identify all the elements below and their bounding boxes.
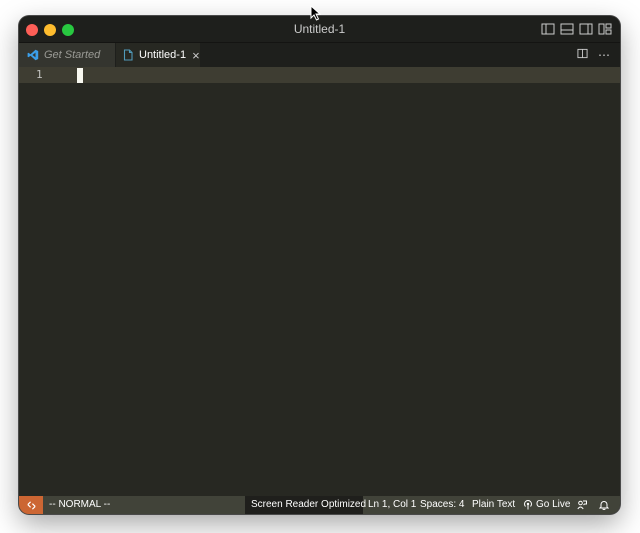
bell-icon[interactable]	[599, 496, 609, 514]
tab-untitled-1[interactable]: Untitled-1 ×	[116, 43, 200, 67]
go-live-label: Go Live	[536, 499, 571, 510]
close-tab-icon[interactable]: ×	[192, 49, 200, 62]
layout-controls	[541, 22, 612, 36]
editor-tab-bar: Get Started Untitled-1 × ⋯	[19, 43, 620, 67]
tab-get-started[interactable]: Get Started	[19, 43, 115, 67]
line-number: 1	[36, 68, 43, 81]
toggle-panel-icon[interactable]	[560, 22, 574, 36]
window-title: Untitled-1	[293, 22, 346, 36]
split-editor-icon[interactable]	[577, 48, 588, 62]
screen-reader-mode[interactable]: Screen Reader Optimized	[245, 496, 366, 514]
mouse-pointer-icon	[310, 5, 322, 21]
tab-label: Get Started	[44, 49, 101, 61]
status-bar: -- NORMAL -- Screen Reader Optimized Ln …	[19, 496, 620, 514]
language-mode[interactable]: Plain Text	[472, 496, 515, 514]
toggle-secondary-sidebar-icon[interactable]	[579, 22, 593, 36]
editor-actions: ⋯	[577, 48, 610, 62]
go-live-button[interactable]: Go Live	[523, 496, 570, 514]
indentation-setting[interactable]: Spaces: 4	[420, 496, 464, 514]
editor-text-area[interactable]	[59, 67, 620, 503]
tab-label: Untitled-1	[139, 49, 187, 61]
remote-icon[interactable]	[19, 496, 43, 514]
customize-layout-icon[interactable]	[598, 22, 612, 36]
file-icon	[122, 49, 134, 61]
feedback-icon[interactable]	[577, 496, 587, 514]
vscode-window: Untitled-1 Get Started Untitled-1 × ⋯ 1 …	[19, 16, 620, 514]
text-cursor	[77, 68, 83, 83]
vscode-logo-icon	[27, 49, 39, 61]
editor-area: 1	[19, 67, 620, 503]
vim-mode-indicator: -- NORMAL --	[49, 499, 111, 510]
toggle-primary-sidebar-icon[interactable]	[541, 22, 555, 36]
more-actions-icon[interactable]: ⋯	[598, 48, 610, 62]
broadcast-icon	[524, 500, 532, 510]
cursor-position[interactable]: Ln 1, Col 1	[368, 496, 416, 514]
